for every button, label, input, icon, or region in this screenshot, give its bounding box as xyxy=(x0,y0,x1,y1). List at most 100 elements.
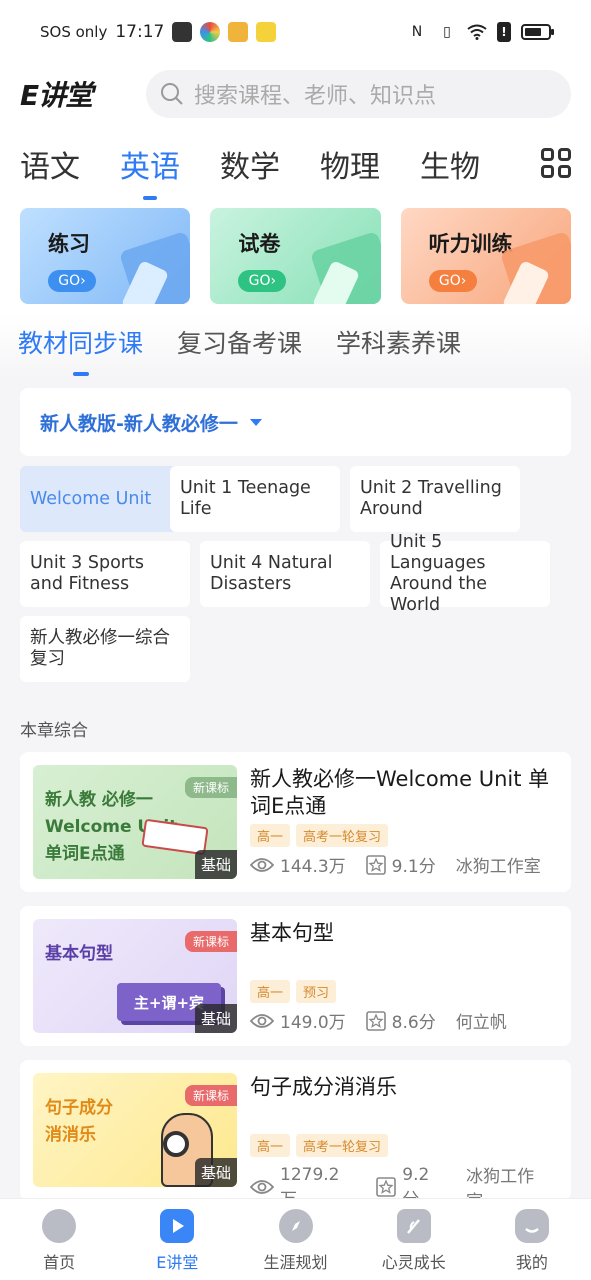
nav-career[interactable]: 生涯规划 xyxy=(236,1199,354,1280)
video-play-icon xyxy=(160,1209,195,1243)
level-badge: 基础 xyxy=(194,850,237,879)
nav-mind[interactable]: 心灵成长 xyxy=(355,1199,473,1280)
tab-review-prep[interactable]: 复习备考课 xyxy=(177,324,302,360)
views-eye-icon xyxy=(250,857,274,872)
carrier-text: SOS only xyxy=(40,23,108,41)
author-name: 冰狗工作室 xyxy=(455,857,541,877)
views-count: 144.3万 xyxy=(280,857,346,877)
status-bar: SOS only 17:17 N ▯ ! xyxy=(0,0,591,64)
rating-value: 8.6分 xyxy=(391,1013,436,1033)
course-stats: 149.0万 8.6分 何立帆 xyxy=(250,1008,527,1033)
app-notification-icon xyxy=(200,22,221,42)
course-thumbnail: 新人教 必修一 Welcome Unit 单词E点通 新课标 基础 xyxy=(33,765,237,879)
views-count: 149.0万 xyxy=(280,1013,346,1033)
course-thumbnail: 句子成分 消消乐 新课标 基础 xyxy=(33,1073,237,1187)
course-card[interactable]: 基本句型 新课标 主+谓+宾 基础 基本句型 高一 预习 149.0万 8.6分… xyxy=(20,906,571,1046)
magnifier-icon xyxy=(163,1131,189,1157)
rating-star-icon xyxy=(365,1010,386,1031)
section-label: 本章综合 xyxy=(20,721,88,741)
thumbnail-text: 基本句型 xyxy=(45,944,113,964)
level-badge: 基础 xyxy=(194,1158,237,1187)
nav-me-label: 我的 xyxy=(515,1253,548,1272)
course-title: 新人教必修一Welcome Unit 单词E点通 xyxy=(250,767,550,818)
course-tags: 高一 高考一轮复习 xyxy=(250,1134,389,1157)
leaf-icon xyxy=(396,1209,431,1243)
exam-paper-card[interactable]: 试卷 GO› xyxy=(210,208,381,304)
tab-biology[interactable]: 生物 xyxy=(420,142,480,186)
views-eye-icon xyxy=(250,1180,274,1194)
course-title: 基本句型 xyxy=(250,921,334,945)
vibrate-icon: ▯ xyxy=(443,24,451,40)
app-notification-icon-2 xyxy=(228,22,249,42)
tab-more-partial[interactable]: ｜ xyxy=(520,142,528,186)
views-eye-icon xyxy=(250,1013,274,1028)
listening-card[interactable]: 听力训练 GO› xyxy=(400,208,571,304)
battery-icon xyxy=(521,24,554,40)
bottom-navigation: 首页 E讲堂 生涯规划 心灵成长 我的 xyxy=(0,1198,591,1280)
nav-me[interactable]: 我的 xyxy=(473,1199,591,1280)
mail-notification-icon xyxy=(172,22,193,42)
app-notification-icon-3 xyxy=(256,22,277,42)
rating-star-icon xyxy=(376,1177,397,1197)
new-curriculum-badge: 新课标 xyxy=(184,1085,237,1106)
compass-icon xyxy=(278,1209,313,1243)
unit-1[interactable]: Unit 1 Teenage Life xyxy=(170,466,340,532)
tab-chinese[interactable]: 语文 xyxy=(20,142,80,186)
level-badge: 基础 xyxy=(194,1004,237,1033)
practice-go-button[interactable]: GO› xyxy=(48,270,96,292)
course-stats: 144.3万 9.1分 冰狗工作室 xyxy=(250,852,561,877)
app-header: E讲堂 搜索课程、老师、知识点 xyxy=(0,64,591,124)
home-icon xyxy=(42,1209,77,1243)
nav-mind-label: 心灵成长 xyxy=(381,1253,446,1272)
thumbnail-text: 句子成分 消消乐 xyxy=(45,1098,113,1145)
listening-go-button[interactable]: GO› xyxy=(428,270,477,292)
nav-home[interactable]: 首页 xyxy=(0,1199,118,1280)
tab-subject-literacy[interactable]: 学科素养课 xyxy=(336,324,461,360)
new-curriculum-badge: 新课标 xyxy=(184,931,237,952)
nfc-icon: N xyxy=(411,24,423,40)
purpose-tag: 高考一轮复习 xyxy=(296,1134,389,1157)
nav-home-label: 首页 xyxy=(43,1253,76,1272)
search-placeholder: 搜索课程、老师、知识点 xyxy=(194,84,437,109)
unit-welcome[interactable]: Welcome Unit xyxy=(20,466,190,532)
unit-5[interactable]: Unit 5 Languages Around the World xyxy=(380,532,550,615)
grade-tag: 高一 xyxy=(250,1134,291,1157)
grade-tag: 高一 xyxy=(250,824,291,847)
course-card[interactable]: 新人教 必修一 Welcome Unit 单词E点通 新课标 基础 新人教必修一… xyxy=(20,752,571,892)
edition-selector[interactable]: 新人教版-新人教必修一 xyxy=(20,388,571,456)
unit-4[interactable]: Unit 4 Natural Disasters xyxy=(200,541,370,607)
course-title: 句子成分消消乐 xyxy=(250,1075,397,1099)
author-name: 何立帆 xyxy=(455,1013,507,1033)
nav-electure-label: E讲堂 xyxy=(156,1253,199,1272)
course-thumbnail: 基本句型 新课标 主+谓+宾 基础 xyxy=(33,919,237,1033)
profile-icon xyxy=(514,1209,549,1243)
course-card[interactable]: 句子成分 消消乐 新课标 基础 句子成分消消乐 高一 高考一轮复习 1279.2… xyxy=(20,1060,571,1212)
grade-tag: 高一 xyxy=(250,980,291,1003)
clock: 17:17 xyxy=(115,22,165,42)
course-tags: 高一 预习 xyxy=(250,980,337,1003)
rating-star-icon xyxy=(365,854,386,875)
nav-electure[interactable]: E讲堂 xyxy=(118,1199,236,1280)
unit-comprehensive-review[interactable]: 新人教必修一综合复习 xyxy=(20,616,190,682)
tab-math[interactable]: 数学 xyxy=(220,142,280,186)
practice-card[interactable]: 练习 GO› xyxy=(20,208,191,304)
unit-3[interactable]: Unit 3 Sports and Fitness xyxy=(20,541,190,607)
course-type-tabs: 教材同步课 复习备考课 学科素养课 xyxy=(0,314,591,380)
unit-2[interactable]: Unit 2 Travelling Around xyxy=(350,466,520,532)
tab-textbook-sync[interactable]: 教材同步课 xyxy=(18,324,143,360)
wifi-icon xyxy=(467,22,487,42)
new-curriculum-badge: 新课标 xyxy=(184,777,237,798)
purpose-tag: 预习 xyxy=(296,980,337,1003)
nav-career-label: 生涯规划 xyxy=(263,1253,328,1272)
dropdown-caret-icon xyxy=(249,418,262,426)
app-logo: E讲堂 xyxy=(20,79,93,112)
exam-paper-go-button[interactable]: GO› xyxy=(238,270,287,292)
all-subjects-grid-icon[interactable] xyxy=(541,148,571,178)
search-input[interactable]: 搜索课程、老师、知识点 xyxy=(146,70,571,118)
course-tags: 高一 高考一轮复习 xyxy=(250,824,389,847)
tab-english[interactable]: 英语 xyxy=(120,142,180,186)
edition-label: 新人教版-新人教必修一 xyxy=(40,412,238,435)
feature-cards: 练习 GO› 试卷 GO› 听力训练 GO› xyxy=(0,204,591,314)
rating-value: 9.1分 xyxy=(391,857,436,877)
tab-physics[interactable]: 物理 xyxy=(320,142,380,186)
